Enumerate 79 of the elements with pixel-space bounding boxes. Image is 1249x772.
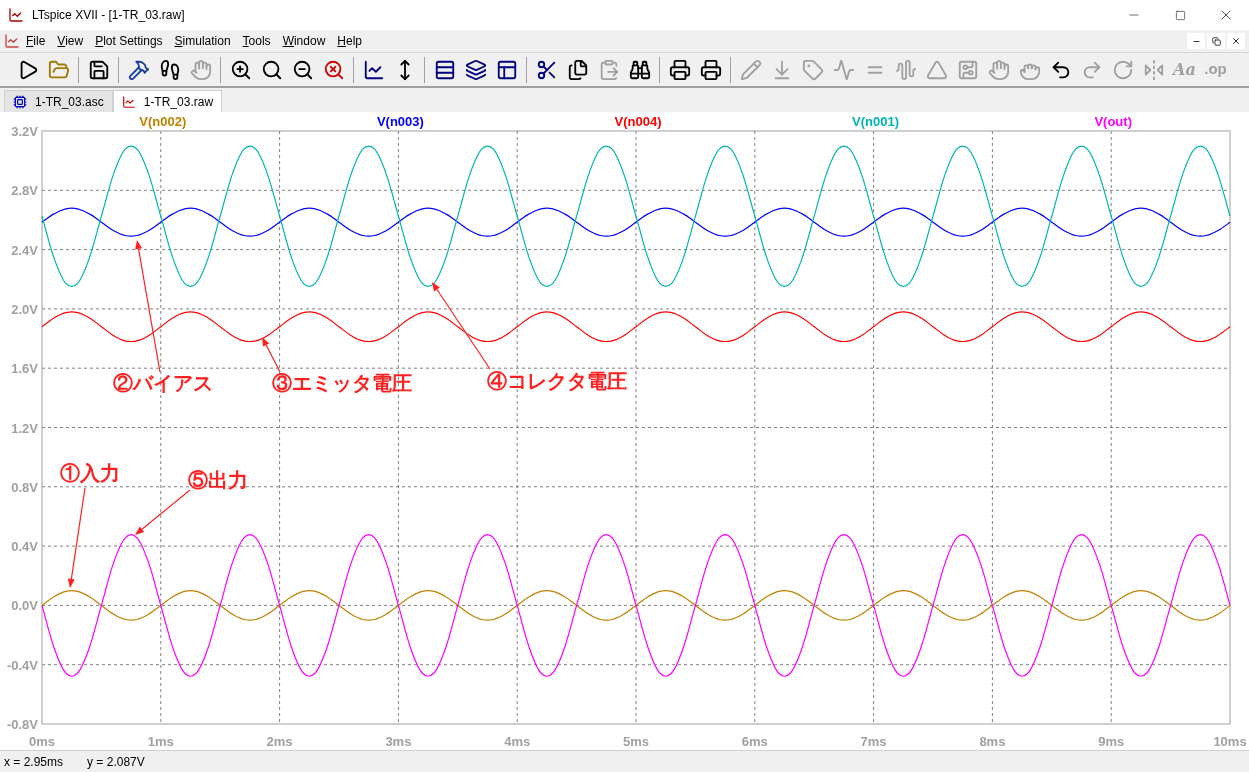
close-icon <box>1231 36 1241 46</box>
line-chart-icon <box>362 58 385 81</box>
pencil-icon <box>739 58 762 81</box>
x-tick-label: 0ms <box>29 734 55 749</box>
y-tick-label: 0.0V <box>11 598 38 614</box>
x-tick-label: 2ms <box>266 734 293 749</box>
y-tick-label: -0.4V <box>6 657 38 673</box>
mdi-restore-button[interactable] <box>1207 33 1225 49</box>
x-tick-label: 6ms <box>741 734 768 749</box>
cursor-y-readout: y = 2.087V <box>87 753 145 771</box>
line-chart-icon <box>121 94 136 109</box>
document-tab[interactable]: 1-TR_03.asc <box>4 90 113 112</box>
y-tick-label: 2.4V <box>11 242 38 258</box>
annotation-label: ③エミッタ電圧 <box>272 372 412 394</box>
zoom-in-icon <box>229 58 252 81</box>
x-tick-label: 10ms <box>1213 734 1247 749</box>
y-tick-label: 0.8V <box>11 479 38 495</box>
cursor-x-readout: x = 2.95ms <box>4 753 64 771</box>
tag-icon <box>801 58 824 81</box>
annotation-arrow <box>262 337 281 373</box>
footprints-icon <box>158 58 181 81</box>
maximize-icon <box>1174 9 1186 21</box>
y-tick-label: 1.2V <box>11 420 38 436</box>
annotation-label: ②バイアス <box>113 372 213 394</box>
menu-item[interactable]: View <box>51 31 90 51</box>
rotate-icon <box>1111 58 1134 81</box>
mdi-minimize-button[interactable] <box>1187 33 1205 49</box>
y-tick-label: 1.6V <box>11 361 38 377</box>
y-tick-label: 0.4V <box>11 539 38 555</box>
document-tab[interactable]: 1-TR_03.raw <box>112 90 223 112</box>
hammer-icon <box>127 58 150 81</box>
rows-icon <box>433 58 456 81</box>
chip-icon <box>13 94 27 109</box>
menu-item[interactable]: Help <box>331 31 368 51</box>
menu-item[interactable]: Plot Settings <box>89 31 169 51</box>
printer-icon <box>668 58 691 81</box>
zigzag-icon <box>832 58 855 81</box>
x-tick-label: 9ms <box>1098 734 1125 749</box>
menu-item[interactable]: Tools <box>236 31 277 51</box>
x-tick-label: 1ms <box>147 734 174 749</box>
binoculars-icon <box>628 58 651 81</box>
zoom-out-icon <box>291 58 314 81</box>
menu-item[interactable]: Simulation <box>168 31 237 51</box>
trace-legend[interactable]: V(n003) <box>376 114 424 129</box>
y-tick-label: 2.8V <box>11 183 38 199</box>
printer-icon <box>699 58 722 81</box>
app-logo-icon <box>8 7 24 23</box>
waveform-icon <box>894 58 917 81</box>
scissors-icon <box>535 58 558 81</box>
annotation-arrow <box>135 489 191 535</box>
trace-legend[interactable]: V(n004) <box>614 114 662 129</box>
x-tick-label: 3ms <box>385 734 412 749</box>
copy-icon <box>566 58 589 81</box>
annotation-label: ①入力 <box>60 462 120 484</box>
annotation-label: ④コレクタ電圧 <box>487 370 627 392</box>
y-tick-label: 2.0V <box>11 301 38 317</box>
y-tick-label: -0.8V <box>6 717 38 732</box>
document-icon <box>4 33 20 49</box>
annotation-label: ⑤出力 <box>188 469 248 491</box>
magnifier-cross-icon <box>322 58 345 81</box>
magnifier-icon <box>260 58 283 81</box>
menu-item[interactable]: File <box>20 31 52 51</box>
x-tick-label: 8ms <box>979 734 1006 749</box>
circuit-board-icon <box>956 58 979 81</box>
mdi-close-button[interactable] <box>1227 33 1245 49</box>
hand-icon <box>987 58 1010 81</box>
panels-icon <box>495 58 518 81</box>
triangle-icon <box>925 58 948 81</box>
x-tick-label: 5ms <box>623 734 649 749</box>
window-title: LTspice XVII - [1-TR_03.raw] <box>32 7 185 24</box>
restore-icon <box>1211 36 1221 46</box>
x-tick-label: 4ms <box>504 734 531 749</box>
hand-icon <box>189 58 212 81</box>
flip-icon <box>1142 58 1165 81</box>
y-tick-label: 3.2V <box>11 124 38 139</box>
folder-icon <box>47 58 70 81</box>
menu-item[interactable]: Window <box>276 31 332 51</box>
x-tick-label: 7ms <box>860 734 887 749</box>
layers-icon <box>464 58 487 81</box>
